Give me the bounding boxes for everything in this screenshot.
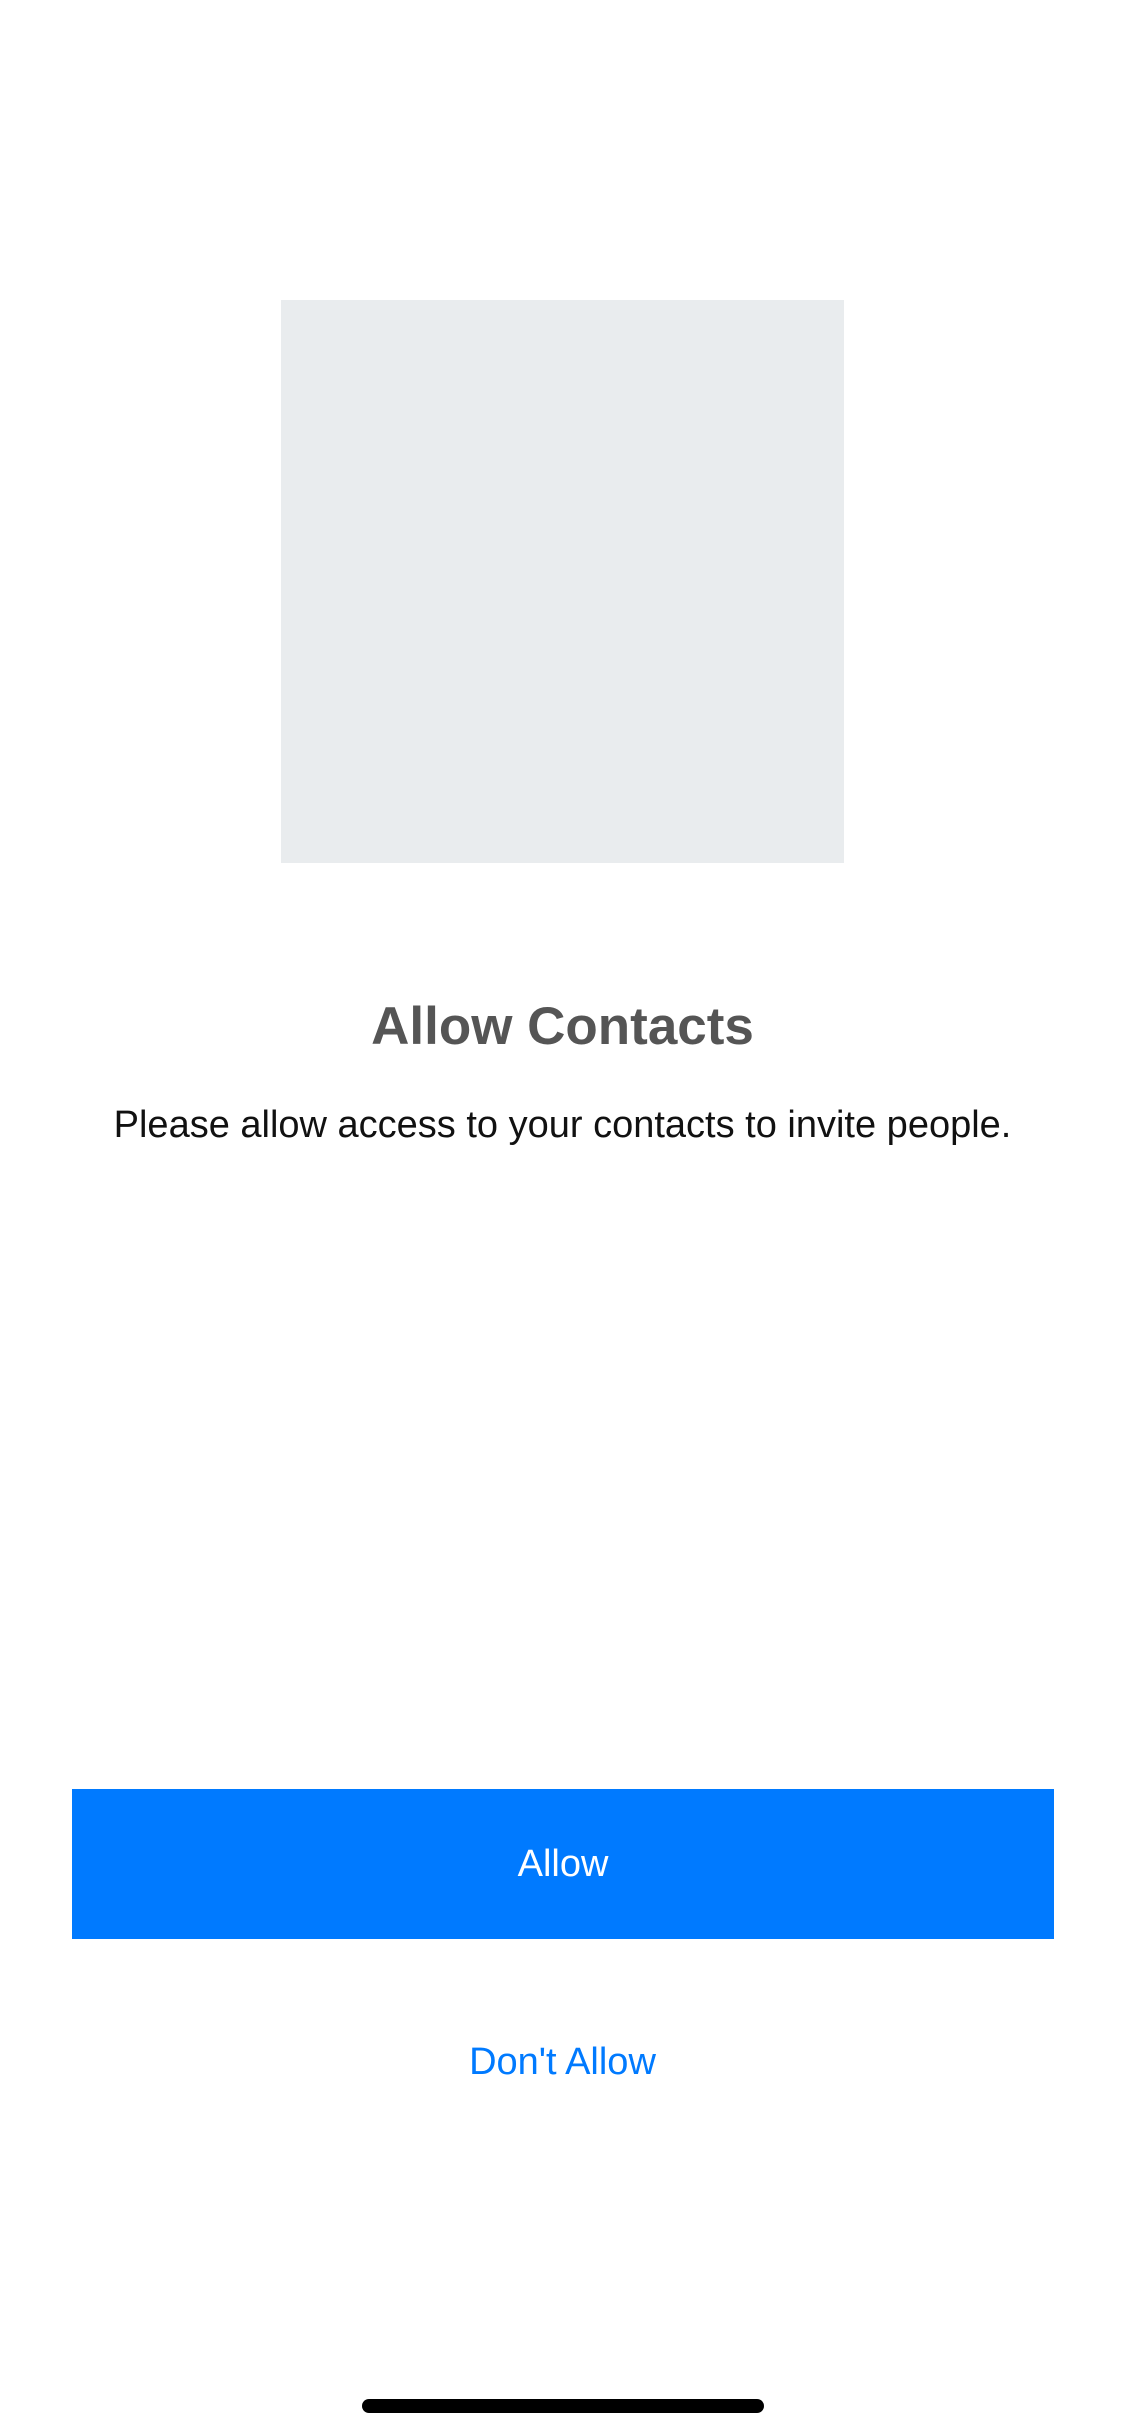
- allow-button-label: Allow: [517, 1842, 609, 1885]
- home-indicator[interactable]: [362, 2399, 764, 2413]
- page-title: Allow Contacts: [371, 997, 754, 1056]
- dont-allow-button[interactable]: Don't Allow: [0, 2032, 1125, 2092]
- contacts-illustration-placeholder: [281, 300, 844, 863]
- allow-button[interactable]: Allow: [72, 1789, 1054, 1939]
- permission-message: Please allow access to your contacts to …: [113, 1104, 1012, 1146]
